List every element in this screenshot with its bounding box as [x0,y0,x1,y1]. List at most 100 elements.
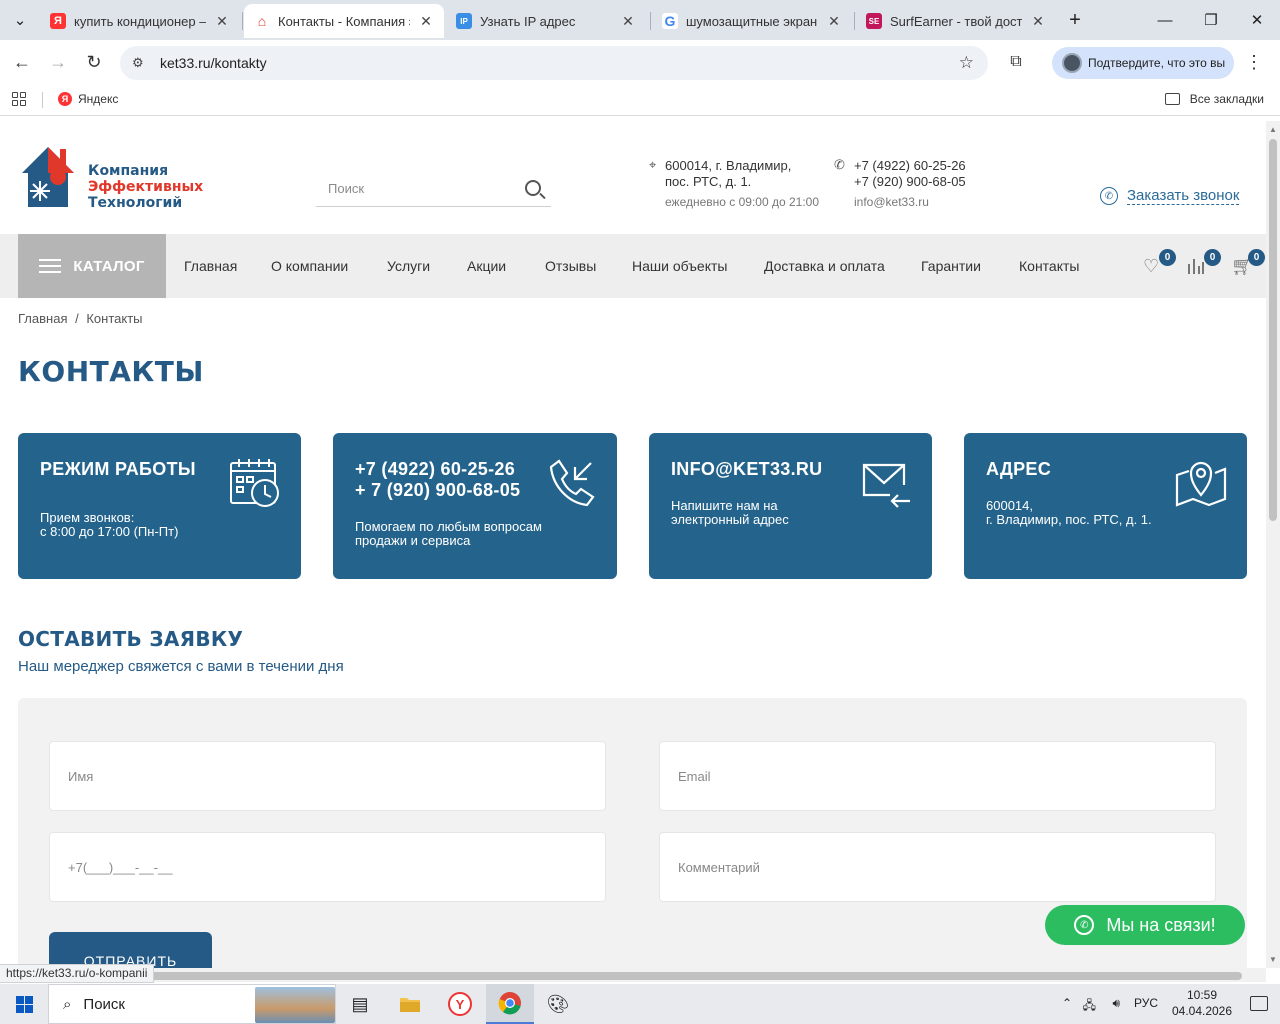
close-tab-icon[interactable]: ✕ [418,13,434,30]
network-icon[interactable]: 🖧︎ [1083,996,1096,1017]
nav-item-warranty[interactable]: Гарантии [921,234,981,298]
header-phone-2[interactable]: +7 (920) 900-68-05 [854,174,966,190]
browser-tab-strip: ⌄ Я купить кондиционер — ✕ ⌂ Контакты - … [0,0,1280,40]
taskbar-search[interactable]: ⌕ Поиск [48,984,336,1024]
close-tab-icon[interactable]: ✕ [1030,13,1046,30]
close-window-button[interactable]: ✕ [1234,0,1280,40]
phone-field-wrap [49,832,606,902]
all-bookmarks-button[interactable]: Все закладки [1164,92,1264,106]
svg-text:Y: Y [456,997,465,1012]
apps-grid-icon[interactable] [12,92,26,106]
card-text: с 8:00 до 17:00 (Пн-Пт) [40,524,179,539]
profile-chip-label: Подтвердите, что это вы [1088,56,1226,70]
tab-divider [242,12,243,30]
site-logo[interactable]: Компания Эффективных Технологий [18,143,224,211]
submit-button[interactable]: ОТПРАВИТЬ [49,932,212,968]
email-field-wrap [659,741,1216,811]
nav-item-about[interactable]: О компании [271,234,348,298]
close-tab-icon[interactable]: ✕ [214,13,230,30]
bookmark-label: Яндекс [78,92,119,106]
search-icon[interactable] [525,180,541,196]
paint-app-icon[interactable]: 🎨︎ [534,984,582,1024]
header-phone-1[interactable]: +7 (4922) 60-25-26 [854,158,966,174]
card-email-title[interactable]: INFO@KET33.RU [671,459,822,480]
folder-icon [1164,93,1180,105]
file-explorer-icon[interactable] [386,984,434,1024]
tab-google[interactable]: G шумозащитные экраны ✕ [652,4,852,38]
card-phone-1[interactable]: +7 (4922) 60-25-26 [355,459,515,480]
vertical-scrollbar[interactable]: ▲ ▼ [1266,121,1280,968]
tab-divider [650,12,651,30]
nav-item-projects[interactable]: Наши объекты [632,234,727,298]
page-title: КОНТАКТЫ [18,355,204,388]
breadcrumb-home[interactable]: Главная [18,311,67,326]
nav-item-services[interactable]: Услуги [387,234,430,298]
nav-item-home[interactable]: Главная [184,234,237,298]
header-email[interactable]: info@ket33.ru [854,194,966,210]
new-tab-button[interactable]: + [1052,0,1098,40]
address-bar[interactable]: ⚙ ket33.ru/kontakty ☆ [120,46,988,80]
clock[interactable]: 10:59 04.04.2026 [1170,987,1234,1019]
nav-item-contacts[interactable]: Контакты [1019,234,1079,298]
chrome-icon[interactable] [486,984,534,1024]
back-button[interactable]: ← [8,48,36,76]
windows-logo-icon [15,995,33,1013]
bookmark-star-icon[interactable]: ☆ [959,53,974,73]
tab-ip[interactable]: IP Узнать IP адрес ✕ [446,4,646,38]
horizontal-scrollbar[interactable] [0,968,1266,982]
language-indicator[interactable]: РУС [1134,996,1158,1010]
favorites-heart-icon[interactable]: ♡ [1143,256,1159,277]
scrollbar-thumb[interactable] [150,972,1242,980]
minimize-button[interactable]: — [1142,0,1188,40]
callback-link[interactable]: ✆ Заказать звонок [1100,187,1240,205]
search-input[interactable] [316,171,516,205]
close-tab-icon[interactable]: ✕ [620,13,636,30]
comment-field[interactable] [660,833,1215,901]
site-settings-icon[interactable]: ⚙ [132,55,150,71]
tab-yandex[interactable]: Я купить кондиционер — ✕ [40,4,240,38]
divider [42,92,43,108]
yandex-icon: Я [50,13,66,29]
tray-chevron-icon[interactable]: ⌃ [1062,996,1072,1010]
email-field[interactable] [660,742,1215,810]
tab-surfearner[interactable]: SE SurfEarner - твой доступ ✕ [856,4,1056,38]
notifications-icon[interactable] [1250,996,1268,1011]
hamburger-icon [39,255,62,277]
card-phones: +7 (4922) 60-25-26 + 7 (920) 900-68-05 П… [333,433,617,579]
nav-item-promotions[interactable]: Акции [467,234,506,298]
catalog-button[interactable]: КАТАЛОГ [18,234,166,298]
reload-button[interactable]: ↻ [80,48,108,76]
scroll-up-icon[interactable]: ▲ [1269,125,1277,134]
card-text: электронный адрес [671,512,789,527]
card-phone-2[interactable]: + 7 (920) 900-68-05 [355,480,520,501]
tab-search-chevron-icon[interactable]: ⌄ [0,0,40,40]
card-text: продажи и сервиса [355,533,471,548]
comment-field-wrap [659,832,1216,902]
scroll-down-icon[interactable]: ▼ [1269,955,1277,964]
nav-item-reviews[interactable]: Отзывы [545,234,596,298]
restore-button[interactable]: ❐ [1188,0,1234,40]
task-view-icon[interactable]: ▤ [336,984,384,1024]
scrollbar-thumb[interactable] [1269,139,1277,521]
form-subtitle: Наш мереджер свяжется с вами в течении д… [18,658,344,675]
menu-kebab-icon[interactable]: ⋮ [1240,48,1268,76]
form-title: ОСТАВИТЬ ЗАЯВКУ [18,627,244,651]
card-text: Напишите нам на [671,498,778,513]
profile-chip[interactable]: Подтвердите, что это вы [1052,47,1234,79]
nav-item-delivery[interactable]: Доставка и оплата [764,234,885,298]
yandex-browser-icon[interactable]: Y [436,984,484,1024]
close-tab-icon[interactable]: ✕ [826,13,842,30]
whatsapp-chat-button[interactable]: ✆ Мы на связи! [1045,905,1245,945]
compare-bars-icon[interactable] [1187,256,1205,279]
extensions-icon[interactable]: ⧉ [1002,48,1030,76]
breadcrumb-separator: / [75,311,79,326]
yandex-icon: Я [58,92,72,106]
phone-field[interactable] [50,833,605,901]
bookmark-yandex[interactable]: Я Яндекс [58,92,118,106]
forward-button[interactable]: → [44,48,72,76]
tab-kontakty[interactable]: ⌂ Контакты - Компания эф ✕ [244,4,444,38]
start-button[interactable] [0,984,48,1024]
search-highlight-image [255,987,335,1023]
volume-icon[interactable]: 🔊︎ [1112,996,1120,1011]
name-field[interactable] [50,742,605,810]
